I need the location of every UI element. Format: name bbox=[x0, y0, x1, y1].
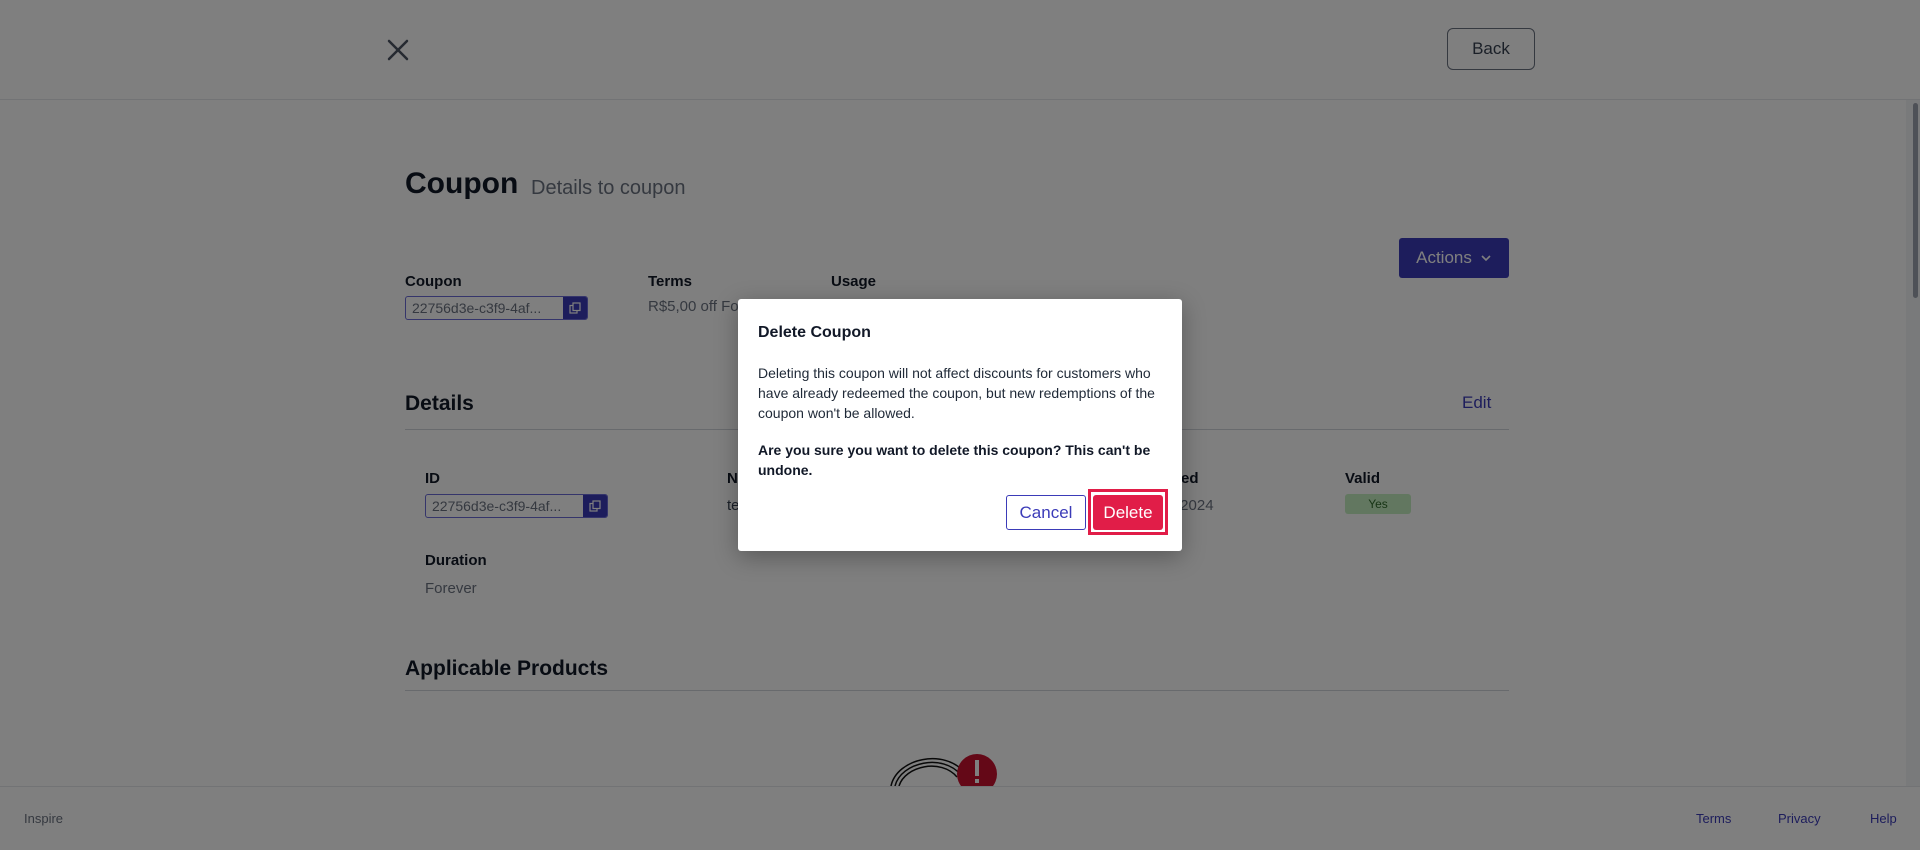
dialog-body: Deleting this coupon will not affect dis… bbox=[758, 365, 1155, 421]
cancel-button[interactable]: Cancel bbox=[1006, 495, 1086, 530]
delete-button[interactable]: Delete bbox=[1093, 495, 1163, 530]
delete-coupon-dialog: Delete Coupon Deleting this coupon will … bbox=[738, 299, 1182, 551]
dialog-warning: Are you sure you want to delete this cou… bbox=[758, 442, 1151, 478]
dialog-title: Delete Coupon bbox=[758, 324, 871, 341]
